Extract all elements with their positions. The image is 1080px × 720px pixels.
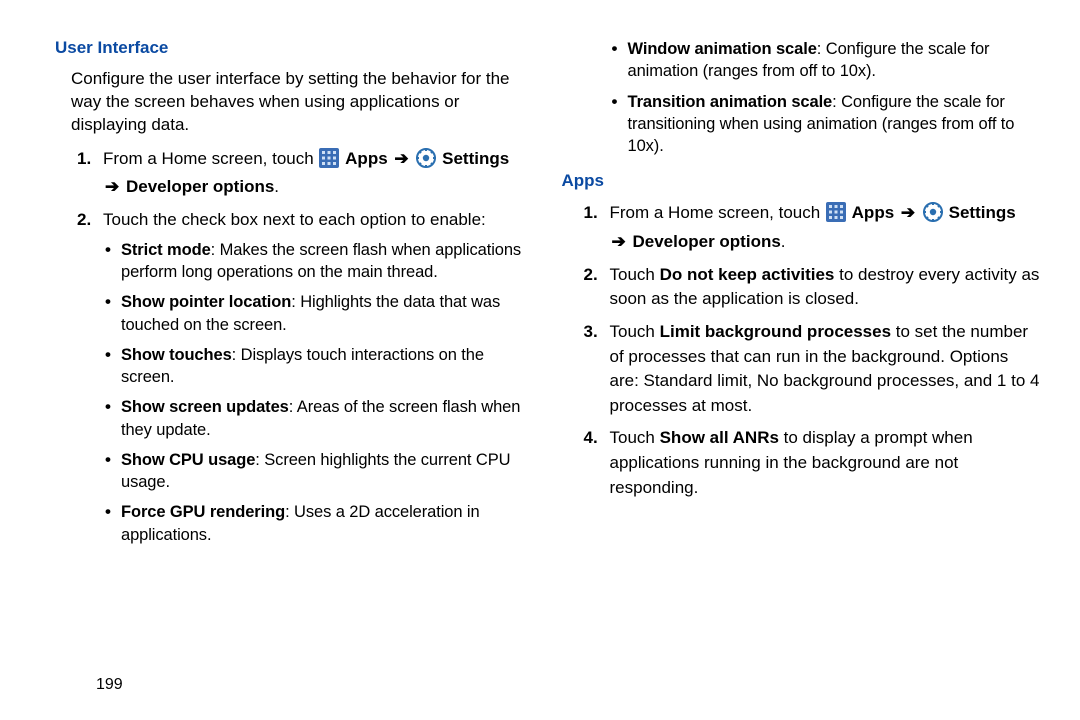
step-number: 1. bbox=[584, 201, 598, 226]
developer-options-label: Developer options bbox=[632, 232, 780, 251]
bullet-show-pointer-location: Show pointer location: Highlights the da… bbox=[103, 291, 534, 336]
settings-label: Settings bbox=[949, 203, 1016, 222]
bullet-bold: Show screen updates bbox=[121, 398, 289, 416]
bullet-bold: Force GPU rendering bbox=[121, 503, 285, 521]
settings-icon bbox=[923, 202, 943, 230]
bullet-transition-animation-scale: Transition animation scale: Configure th… bbox=[610, 91, 1041, 158]
bullet-show-cpu-usage: Show CPU usage: Screen highlights the cu… bbox=[103, 449, 534, 494]
step-text-a: Touch bbox=[610, 428, 660, 447]
step-number: 4. bbox=[584, 426, 598, 451]
step-number: 2. bbox=[584, 263, 598, 288]
bullet-bold: Show pointer location bbox=[121, 293, 291, 311]
arrow-icon: ➔ bbox=[103, 177, 121, 196]
step-1: 1. From a Home screen, touch Apps ➔ Sett… bbox=[77, 147, 534, 200]
step-2: 2. Touch Do not keep activities to destr… bbox=[584, 263, 1041, 312]
arrow-icon: ➔ bbox=[610, 232, 628, 251]
apps-label: Apps bbox=[345, 149, 388, 168]
left-column: User Interface Configure the user interf… bbox=[55, 38, 534, 700]
apps-label: Apps bbox=[852, 203, 895, 222]
step-text: Touch the check box next to each option … bbox=[103, 210, 486, 229]
bullet-show-touches: Show touches: Displays touch interaction… bbox=[103, 344, 534, 389]
step-4: 4. Touch Show all ANRs to display a prom… bbox=[584, 426, 1041, 500]
bullet-bold: Show CPU usage bbox=[121, 451, 255, 469]
options-bullet-list: Strict mode: Makes the screen flash when… bbox=[103, 239, 534, 546]
step-2: 2. Touch the check box next to each opti… bbox=[77, 208, 534, 546]
settings-icon bbox=[416, 148, 436, 176]
apps-icon bbox=[826, 202, 846, 230]
step-text: From a Home screen, touch bbox=[103, 149, 318, 168]
apps-icon bbox=[319, 148, 339, 176]
period: . bbox=[781, 232, 786, 251]
step-text-a: Touch bbox=[610, 322, 660, 341]
bullet-bold: Strict mode bbox=[121, 241, 211, 259]
step-3: 3. Touch Limit background processes to s… bbox=[584, 320, 1041, 419]
right-column: Window animation scale: Configure the sc… bbox=[562, 38, 1041, 700]
bullet-show-screen-updates: Show screen updates: Areas of the screen… bbox=[103, 396, 534, 441]
manual-page: User Interface Configure the user interf… bbox=[0, 0, 1080, 720]
developer-options-label: Developer options bbox=[126, 177, 274, 196]
step-bold: Do not keep activities bbox=[660, 265, 835, 284]
step-1: 1. From a Home screen, touch Apps ➔ Sett… bbox=[584, 201, 1041, 254]
intro-text: Configure the user interface by setting … bbox=[55, 68, 534, 137]
bullet-bold: Show touches bbox=[121, 346, 232, 364]
section-title-apps: Apps bbox=[562, 171, 1041, 191]
step-bold: Show all ANRs bbox=[660, 428, 779, 447]
period: . bbox=[274, 177, 279, 196]
steps-list: 1. From a Home screen, touch Apps ➔ Sett… bbox=[55, 147, 534, 546]
bullet-window-animation-scale: Window animation scale: Configure the sc… bbox=[610, 38, 1041, 83]
bullet-bold: Window animation scale bbox=[628, 40, 817, 58]
step-text: From a Home screen, touch bbox=[610, 203, 825, 222]
step-number: 2. bbox=[77, 208, 91, 233]
settings-label: Settings bbox=[442, 149, 509, 168]
bullet-bold: Transition animation scale bbox=[628, 93, 833, 111]
continued-bullet-list: Window animation scale: Configure the sc… bbox=[562, 38, 1041, 157]
step-number: 1. bbox=[77, 147, 91, 172]
bullet-force-gpu-rendering: Force GPU rendering: Uses a 2D accelerat… bbox=[103, 501, 534, 546]
step-text-a: Touch bbox=[610, 265, 660, 284]
steps-list-apps: 1. From a Home screen, touch Apps ➔ Sett… bbox=[562, 201, 1041, 500]
step-number: 3. bbox=[584, 320, 598, 345]
step-bold: Limit background processes bbox=[660, 322, 891, 341]
bullet-strict-mode: Strict mode: Makes the screen flash when… bbox=[103, 239, 534, 284]
arrow-icon: ➔ bbox=[899, 203, 917, 222]
section-title-user-interface: User Interface bbox=[55, 38, 534, 58]
page-number: 199 bbox=[96, 676, 123, 694]
arrow-icon: ➔ bbox=[392, 149, 410, 168]
